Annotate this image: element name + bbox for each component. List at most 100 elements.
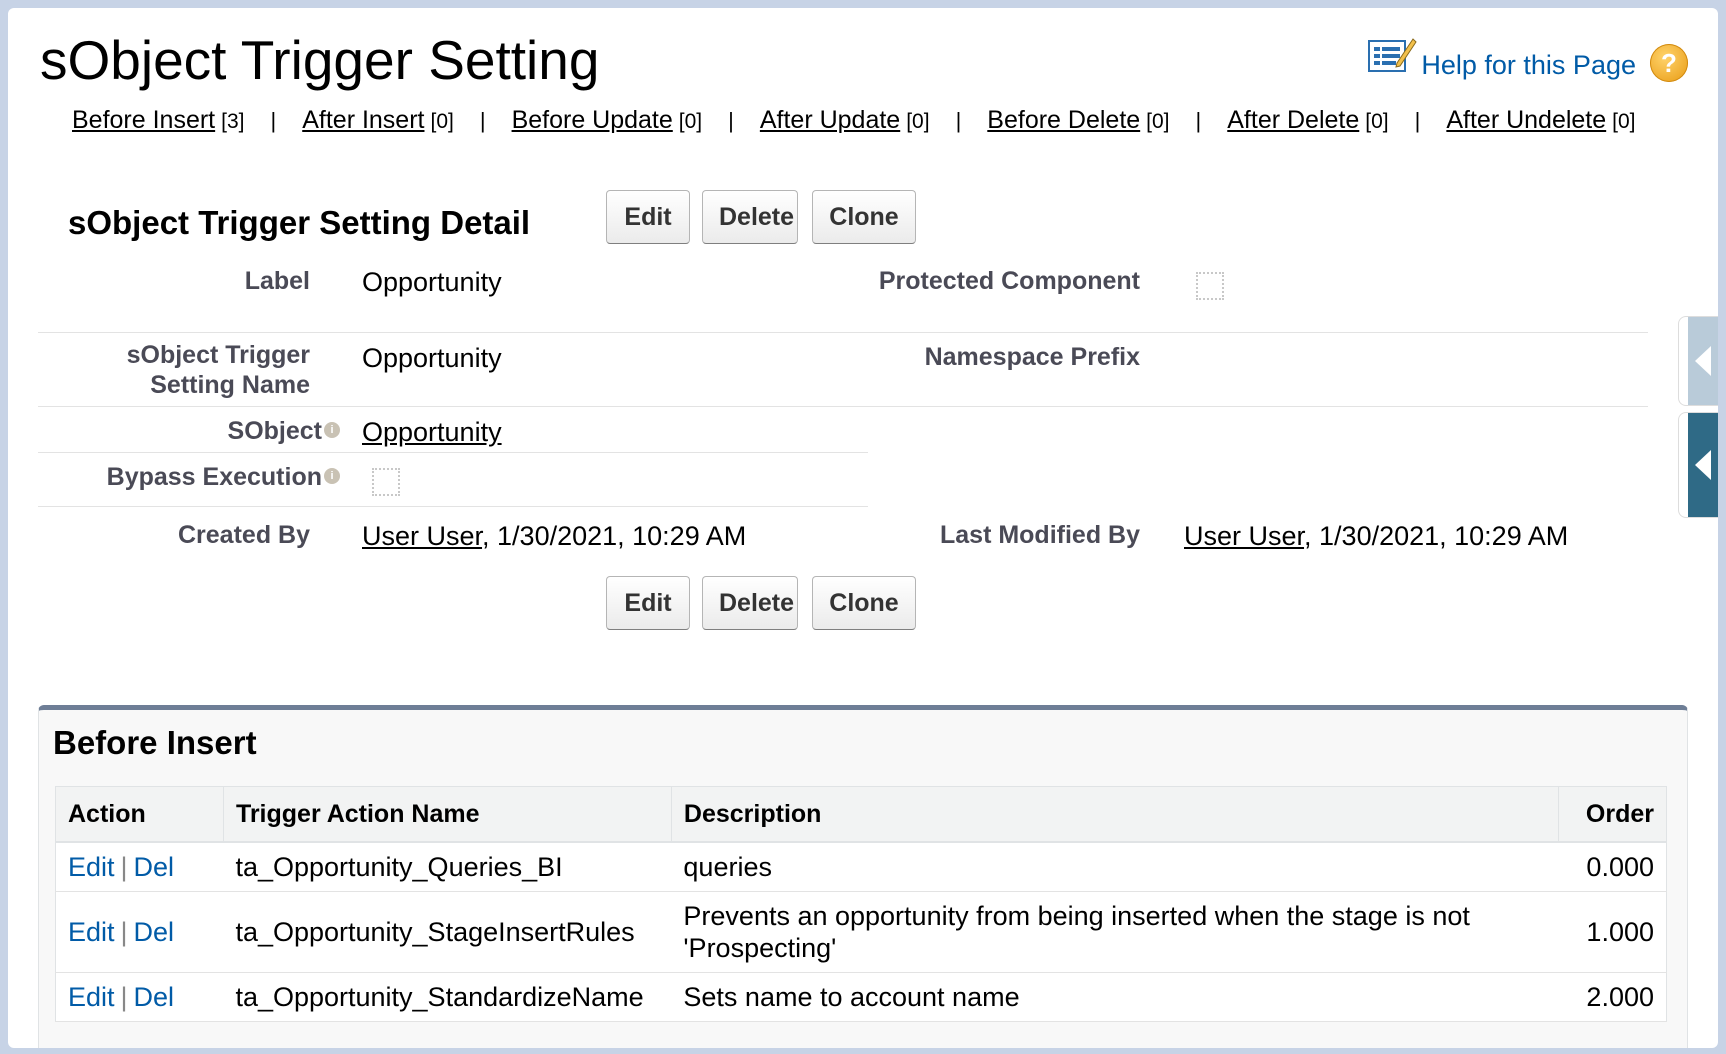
nav-item-after-delete[interactable]: After Delete [0] <box>1227 106 1388 135</box>
row-delete-link[interactable]: Del <box>134 852 175 882</box>
nav-separator: | <box>1195 107 1202 133</box>
help-document-icon[interactable] <box>1367 33 1418 79</box>
trigger-action-name: ta_Opportunity_StageInsertRules <box>223 891 672 973</box>
info-icon[interactable]: i <box>324 422 340 439</box>
row-divider <box>38 332 1648 333</box>
row-actions: Edit | Del <box>55 842 224 892</box>
field-namespace-label: Namespace Prefix <box>924 343 1140 371</box>
nav-count: [0] <box>1146 110 1170 133</box>
help-question-icon[interactable]: ? <box>1650 44 1688 82</box>
nav-count: [0] <box>1612 110 1636 133</box>
created-by-user-link[interactable]: User User <box>362 521 482 551</box>
nav-link[interactable]: After Delete <box>1227 106 1359 134</box>
table-row: Edit | Del ta_Opportunity_StandardizeName … <box>55 972 1667 1022</box>
field-setting-name-label: sObject Trigger Setting Name <box>126 341 310 399</box>
expand-arrow-icon <box>1688 413 1718 517</box>
trigger-action-description: Sets name to account name <box>671 972 1559 1022</box>
field-modified-by-label: Last Modified By <box>939 521 1140 549</box>
nav-count: [0] <box>678 110 703 133</box>
nav-item-after-update[interactable]: After Update [0] <box>760 106 930 135</box>
clone-button[interactable]: Clone <box>812 190 916 244</box>
field-label-value: Opportunity <box>362 267 502 297</box>
modified-by-date: , 1/30/2021, 10:29 AM <box>1304 521 1569 551</box>
delete-button[interactable]: Delete <box>702 576 798 630</box>
detail-section-title: sObject Trigger Setting Detail <box>68 204 531 241</box>
nav-count: [0] <box>430 110 454 133</box>
field-label-label: Label <box>244 267 310 295</box>
page-frame: sObject Trigger Setting Help for this Pa… <box>8 8 1718 1048</box>
nav-link[interactable]: After Undelete <box>1446 106 1606 134</box>
row-edit-link[interactable]: Edit <box>68 982 115 1012</box>
protected-component-checkbox <box>1196 272 1224 300</box>
row-delete-link[interactable]: Del <box>134 917 175 947</box>
field-sobject-label-wrap: SObject i <box>68 416 340 446</box>
sidebar-collapse-tab[interactable] <box>1678 316 1718 406</box>
trigger-action-description: Prevents an opportunity from being inser… <box>671 891 1559 973</box>
row-divider <box>38 452 868 453</box>
nav-link[interactable]: Before Insert <box>72 106 215 134</box>
related-list-title: Before Insert <box>53 724 257 761</box>
modified-by-user-link[interactable]: User User <box>1184 521 1304 551</box>
nav-count: [0] <box>1365 110 1389 133</box>
related-list-before-insert: Before Insert Action Trigger Action Name… <box>38 705 1688 1048</box>
nav-count: [3] <box>221 110 245 133</box>
field-protected-label: Protected Component <box>878 267 1140 295</box>
field-created-by-label: Created By <box>178 521 310 549</box>
sobject-link[interactable]: Opportunity <box>362 417 502 447</box>
table-header-row: Action Trigger Action Name Description O… <box>55 786 1667 843</box>
clone-button[interactable]: Clone <box>812 576 916 630</box>
help-link[interactable]: Help for this Page <box>1421 50 1636 81</box>
related-list-nav: Before Insert [3] | After Insert [0] | Bef… <box>72 106 1636 135</box>
nav-item-before-insert[interactable]: Before Insert [3] <box>72 106 245 135</box>
nav-item-after-insert[interactable]: After Insert [0] <box>302 106 454 135</box>
row-actions: Edit | Del <box>55 891 224 973</box>
action-separator: | <box>120 852 128 882</box>
trigger-action-name: ta_Opportunity_Queries_BI <box>223 842 672 892</box>
table-row: Edit | Del ta_Opportunity_Queries_BI queri… <box>55 842 1667 892</box>
bypass-execution-checkbox <box>372 468 400 496</box>
field-bypass-label: Bypass Execution <box>106 463 322 491</box>
sidebar-expand-tab[interactable] <box>1678 412 1718 518</box>
help-section: Help for this Page ? <box>1367 30 1688 82</box>
nav-link[interactable]: After Update <box>760 106 900 134</box>
nav-item-before-delete[interactable]: Before Delete [0] <box>987 106 1169 135</box>
trigger-action-order: 1.000 <box>1558 891 1667 973</box>
row-edit-link[interactable]: Edit <box>68 852 115 882</box>
nav-link[interactable]: After Insert <box>302 106 424 134</box>
row-delete-link[interactable]: Del <box>134 982 175 1012</box>
column-header: Trigger Action Name <box>223 786 672 843</box>
nav-item-before-update[interactable]: Before Update [0] <box>512 106 703 135</box>
nav-item-after-undelete[interactable]: After Undelete [0] <box>1446 106 1635 135</box>
field-setting-name-value: Opportunity <box>362 343 502 373</box>
trigger-action-order: 0.000 <box>1558 842 1667 892</box>
created-by-date: , 1/30/2021, 10:29 AM <box>482 521 747 551</box>
nav-separator: | <box>728 107 734 133</box>
related-list-table: Action Trigger Action Name Description O… <box>55 786 1667 1022</box>
trigger-action-description: queries <box>671 842 1559 892</box>
nav-link[interactable]: Before Update <box>512 106 673 134</box>
row-divider <box>38 406 1648 407</box>
nav-separator: | <box>270 107 277 133</box>
nav-link[interactable]: Before Delete <box>987 106 1140 134</box>
field-sobject-value: Opportunity <box>362 416 502 448</box>
field-created-by-value: User User, 1/30/2021, 10:29 AM <box>362 520 746 552</box>
column-header: Action <box>55 786 224 843</box>
field-sobject-label: SObject <box>227 417 322 445</box>
trigger-action-order: 2.000 <box>1558 972 1667 1022</box>
delete-button[interactable]: Delete <box>702 190 798 244</box>
field-bypass-label-wrap: Bypass Execution i <box>68 462 340 492</box>
row-edit-link[interactable]: Edit <box>68 917 115 947</box>
row-actions: Edit | Del <box>55 972 224 1022</box>
edit-button[interactable]: Edit <box>606 190 690 244</box>
trigger-action-name: ta_Opportunity_StandardizeName <box>223 972 672 1022</box>
collapse-arrow-icon <box>1688 317 1718 405</box>
action-separator: | <box>120 917 128 947</box>
edit-button[interactable]: Edit <box>606 576 690 630</box>
table-row: Edit | Del ta_Opportunity_StageInsertRules… <box>55 891 1667 973</box>
nav-separator: | <box>479 107 486 133</box>
action-separator: | <box>120 982 128 1012</box>
column-header: Order <box>1558 786 1667 843</box>
page-title: sObject Trigger Setting <box>40 29 600 91</box>
row-divider <box>38 506 868 507</box>
info-icon[interactable]: i <box>324 468 340 485</box>
